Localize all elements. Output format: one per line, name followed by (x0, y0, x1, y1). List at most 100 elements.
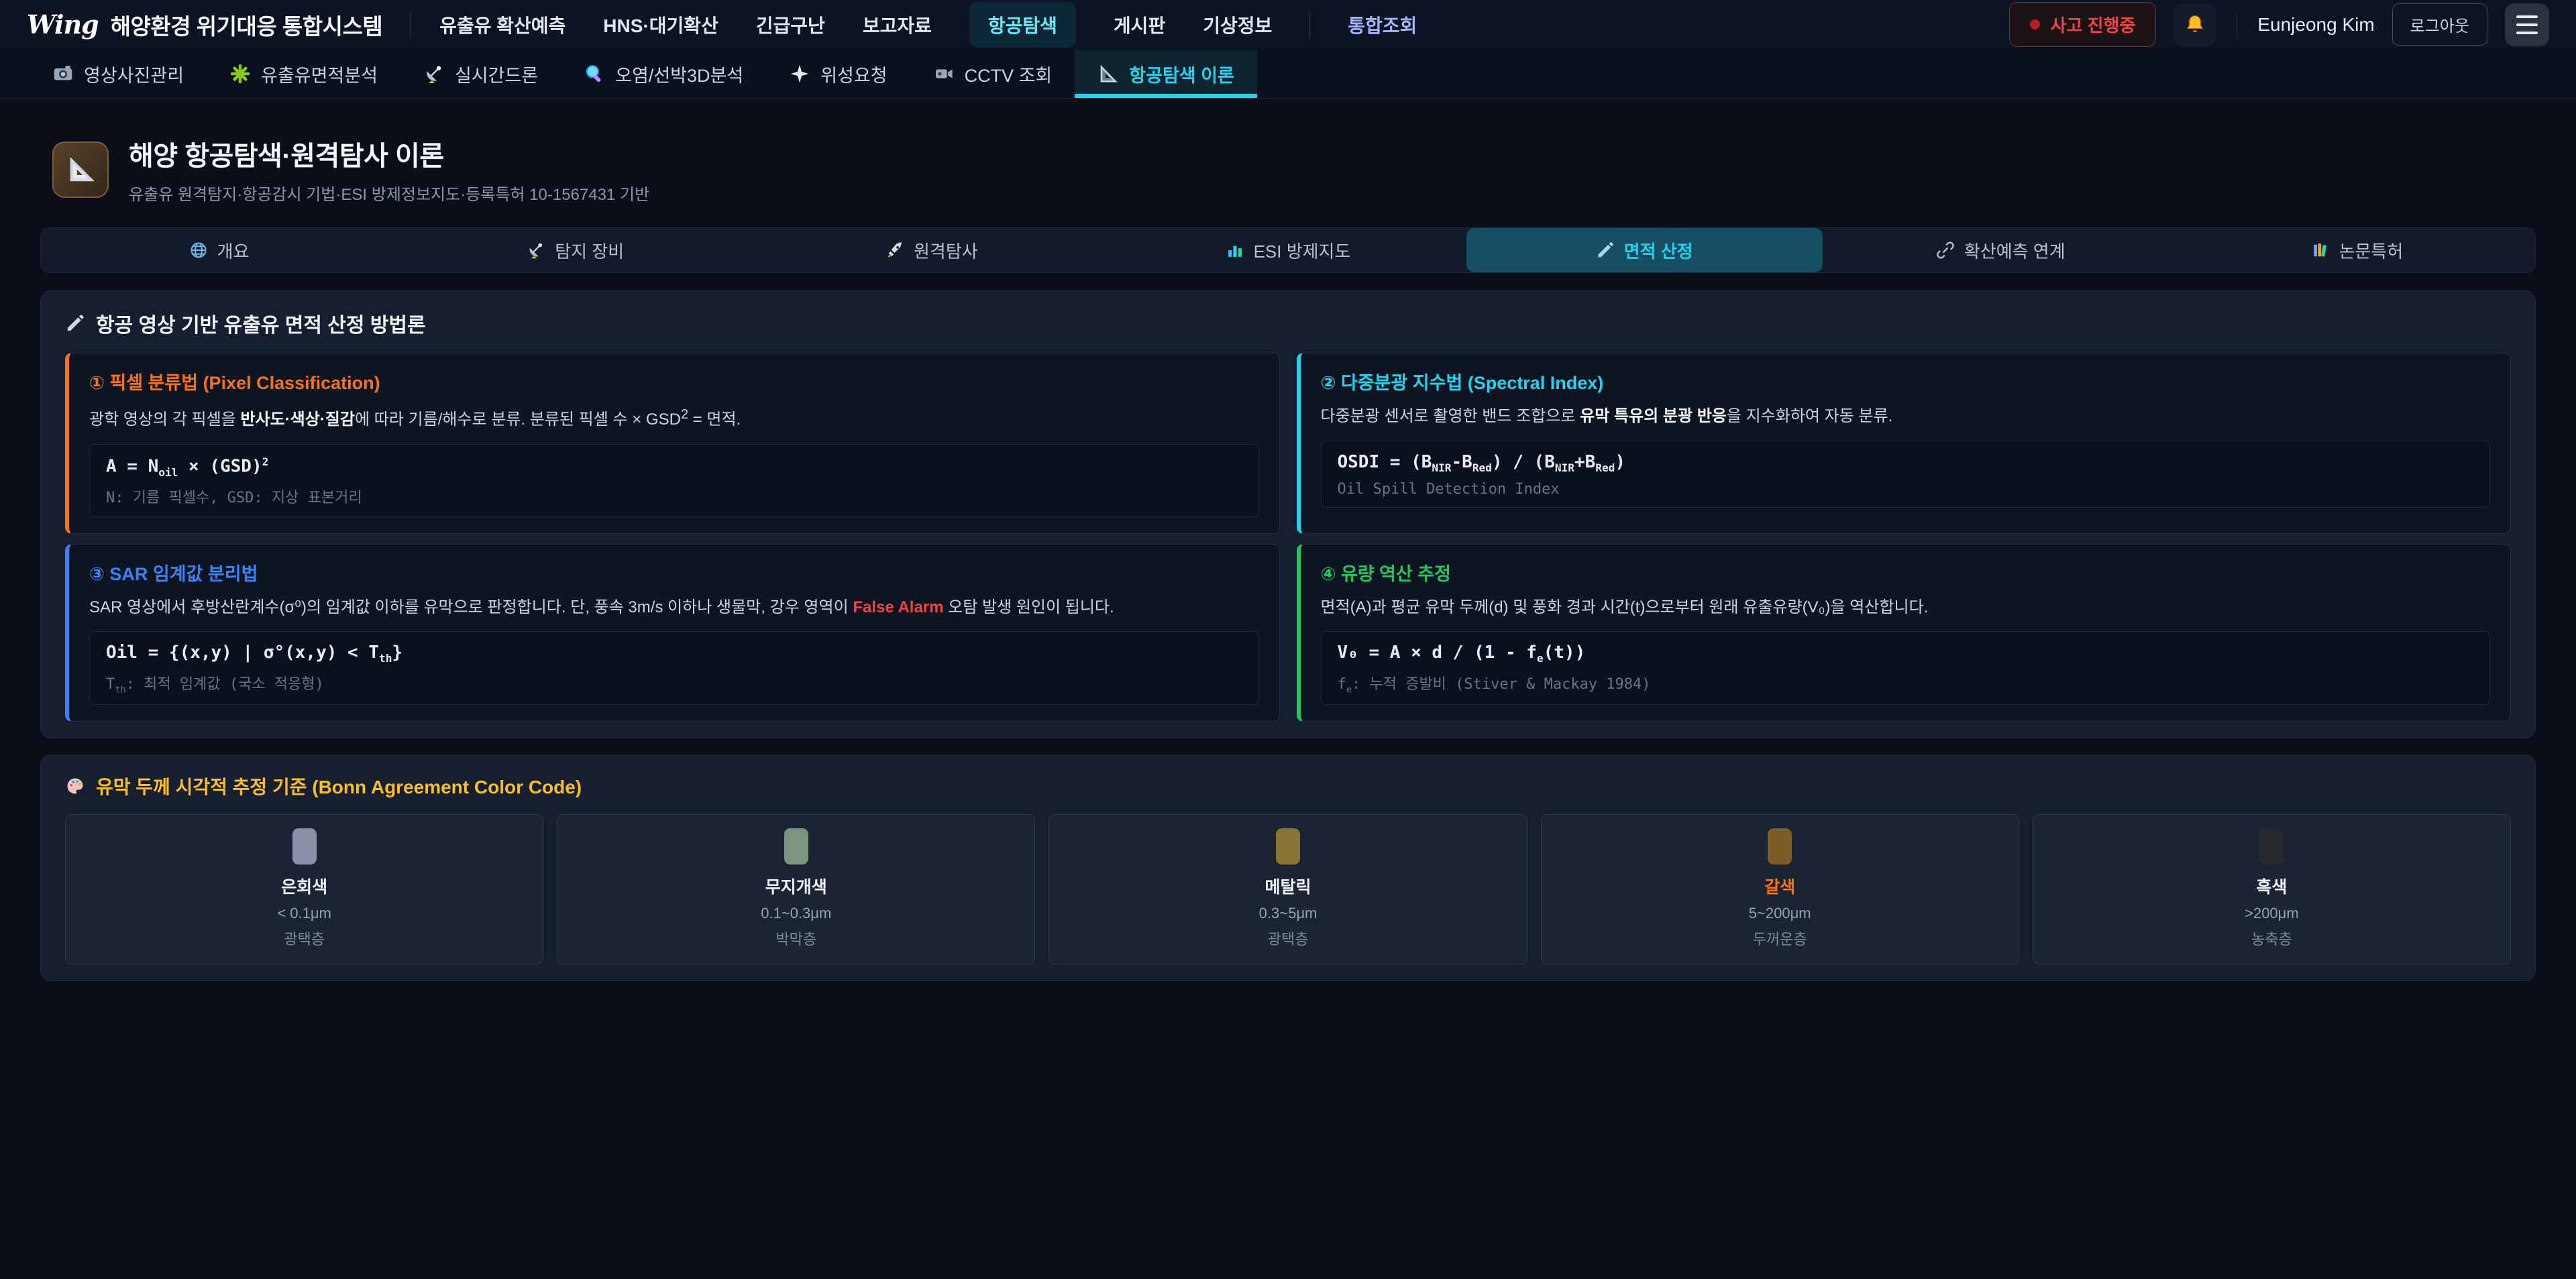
subnav-label: 오염/선박3D분석 (615, 61, 743, 87)
page-title-group: 해양 항공탐색·원격탐사 이론 유출유 원격탐지·항공감시 기법·ESI 방제정… (129, 134, 649, 205)
method-card-title: ③ SAR 임계값 분리법 (89, 559, 1259, 586)
tab-label: 개요 (217, 238, 250, 263)
app-logo: Wing 해양환경 위기대응 통합시스템 (27, 9, 382, 41)
divider (1309, 11, 1310, 39)
nav-item-rescue[interactable]: 긴급구난 (756, 11, 825, 38)
tab-label: 논문특허 (2339, 238, 2404, 263)
method-card-description: 광학 영상의 각 픽셀을 반사도·색상·질감에 따라 기름/해수로 분류. 분류… (89, 405, 1259, 432)
formula-note: Oil Spill Detection Index (1338, 481, 2474, 498)
tab-label: 탐지 장비 (555, 238, 624, 263)
thickness-swatch (292, 828, 317, 865)
subnav-label: 위성요청 (820, 61, 887, 87)
formula-block: Oil = {(x,y) | σ°(x,y) < Tth} Tth: 최적 임계… (89, 631, 1259, 705)
nav-item-hns[interactable]: HNS·대기확산 (603, 11, 718, 38)
rocket-icon (885, 241, 904, 260)
formula-text: V₀ = A × d / (1 - fe(t)) (1338, 643, 2474, 665)
camera-icon (52, 63, 74, 85)
bonn-heading-text: 유막 두께 시각적 추정 기준 (Bonn Agreement Color Co… (96, 773, 582, 799)
method-card-title: ④ 유량 역산 추정 (1321, 559, 2491, 586)
link-icon (1936, 241, 1955, 260)
swatch-name: 흑색 (2044, 874, 2500, 898)
swatch-layer: 광택층 (76, 928, 532, 949)
incident-in-progress-badge[interactable]: 사고 진행중 (2009, 2, 2157, 47)
tab-papers-patents[interactable]: 논문특허 (2179, 228, 2535, 272)
subnav-item-pollution-3d[interactable]: 오염/선박3D분석 (561, 50, 766, 98)
tab-esi-map[interactable]: ESI 방제지도 (1110, 228, 1466, 272)
nav-item-spill-forecast[interactable]: 유출유 확산예측 (439, 11, 566, 38)
bonn-swatch-metallic: 메탈릭 0.3~5μm 광택층 (1049, 814, 1527, 964)
sparkle-icon (789, 63, 810, 85)
logout-button[interactable]: 로그아웃 (2392, 3, 2487, 46)
notifications-button[interactable] (2174, 3, 2216, 46)
page-content: 해양 항공탐색·원격탐사 이론 유출유 원격탐지·항공감시 기법·ESI 방제정… (0, 134, 2576, 981)
subnav-item-image-management[interactable]: 영상사진관리 (30, 50, 207, 98)
cctv-icon (933, 63, 955, 85)
palette-icon (65, 776, 85, 796)
app-title: 해양환경 위기대응 통합시스템 (111, 9, 383, 41)
swatch-thickness: 0.3~5μm (1060, 905, 1515, 922)
subnav-label: 항공탐색 이론 (1129, 61, 1234, 87)
pencil-icon (1596, 241, 1615, 260)
tab-overview[interactable]: 개요 (41, 228, 397, 272)
subnav-label: CCTV 조회 (965, 61, 1053, 87)
tab-label: 확산예측 연계 (1964, 238, 2065, 263)
thickness-swatch (784, 828, 808, 865)
subnav-item-oil-area-analysis[interactable]: 유출유면적분석 (207, 50, 400, 98)
tab-label: 면적 산정 (1624, 238, 1693, 263)
nav-item-integrated-search[interactable]: 통합조회 (1348, 11, 1417, 38)
subnav-label: 영상사진관리 (84, 61, 184, 87)
methods-heading-text: 항공 영상 기반 유출유 면적 산정 방법론 (96, 309, 426, 338)
formula-note: fe: 누적 증발비 (Stiver & Mackay 1984) (1338, 672, 2474, 695)
swatch-thickness: 5~200μm (1552, 905, 2008, 922)
page-subtitle: 유출유 원격탐지·항공감시 기법·ESI 방제정보지도·등록특허 10-1567… (129, 181, 649, 205)
formula-note: N: 기름 픽셀수, GSD: 지상 표본거리 (106, 486, 1242, 507)
formula-text: A = Noil × (GSD)2 (106, 455, 1242, 479)
bonn-color-code-panel: 유막 두께 시각적 추정 기준 (Bonn Agreement Color Co… (40, 755, 2536, 981)
triangle-ruler-icon (1097, 63, 1119, 85)
formula-note: Tth: 최적 임계값 (국소 적응형) (106, 672, 1242, 695)
nav-item-aerial-search[interactable]: 항공탐색 (969, 2, 1076, 48)
page-header: 해양 항공탐색·원격탐사 이론 유출유 원격탐지·항공감시 기법·ESI 방제정… (52, 134, 2536, 205)
method-card-sar-threshold: ③ SAR 임계값 분리법 SAR 영상에서 후방산란계수(σ⁰)의 임계값 이… (65, 544, 1280, 722)
nav-item-weather[interactable]: 기상정보 (1203, 11, 1272, 38)
method-card-volume-inversion: ④ 유량 역산 추정 면적(A)과 평균 유막 두께(d) 및 풍화 경과 시간… (1297, 544, 2512, 722)
subnav-item-aerial-theory[interactable]: 항공탐색 이론 (1075, 50, 1257, 98)
user-name: Eunjeong Kim (2257, 14, 2374, 36)
aerial-search-subnav: 영상사진관리 유출유면적분석 실시간드론 오염/선박3D분석 위성요청 C (0, 50, 2576, 99)
nav-item-board[interactable]: 게시판 (1114, 11, 1165, 38)
tab-diffusion-link[interactable]: 확산예측 연계 (1823, 228, 2179, 272)
swatch-name: 메탈릭 (1060, 874, 1515, 898)
subnav-item-realtime-drone[interactable]: 실시간드론 (400, 50, 561, 98)
tab-label: ESI 방제지도 (1254, 238, 1351, 263)
pencil-icon (65, 313, 85, 333)
methods-section-heading: 항공 영상 기반 유출유 면적 산정 방법론 (65, 309, 2511, 338)
formula-block: A = Noil × (GSD)2 N: 기름 픽셀수, GSD: 지상 표본거… (89, 444, 1259, 517)
subnav-item-cctv[interactable]: CCTV 조회 (910, 50, 1075, 98)
tab-detection-equipment[interactable]: 탐지 장비 (397, 228, 753, 272)
thickness-swatch (2259, 828, 2284, 865)
nav-item-reports[interactable]: 보고자료 (863, 11, 932, 38)
bonn-swatch-grid: 은회색 < 0.1μm 광택층 무지개색 0.1~0.3μm 박막층 메탈릭 0… (65, 814, 2511, 964)
books-icon (2311, 241, 2330, 260)
method-card-description: 면적(A)과 평균 유막 두께(d) 및 풍화 경과 시간(t)으로부터 원래 … (1321, 596, 2491, 620)
tab-label: 원격탐사 (914, 238, 978, 263)
swatch-name: 은회색 (76, 874, 532, 898)
bell-icon (2184, 13, 2206, 36)
bonn-swatch-rainbow: 무지개색 0.1~0.3μm 박막층 (557, 814, 1035, 964)
swatch-layer: 박막층 (568, 928, 1024, 949)
swatch-layer: 두꺼운층 (1552, 928, 2008, 949)
method-card-description: SAR 영상에서 후방산란계수(σ⁰)의 임계값 이하를 유막으로 판정합니다.… (89, 596, 1259, 620)
subnav-item-satellite-request[interactable]: 위성요청 (766, 50, 910, 98)
globe-icon (189, 241, 208, 260)
incident-badge-label: 사고 진행중 (2051, 12, 2136, 37)
hamburger-menu-button[interactable] (2505, 3, 2549, 46)
topbar-right-group: 사고 진행중 Eunjeong Kim 로그아웃 (2009, 2, 2550, 47)
triangle-ruler-icon (65, 154, 96, 185)
tab-remote-sensing[interactable]: 원격탐사 (753, 228, 1110, 272)
thickness-swatch (1276, 828, 1300, 865)
subnav-label: 유출유면적분석 (261, 61, 378, 87)
tab-area-calculation[interactable]: 면적 산정 (1466, 228, 1823, 272)
page-icon-box (52, 142, 109, 198)
hamburger-icon (2516, 15, 2538, 18)
bonn-swatch-black: 흑색 >200μm 농축층 (2033, 814, 2511, 964)
